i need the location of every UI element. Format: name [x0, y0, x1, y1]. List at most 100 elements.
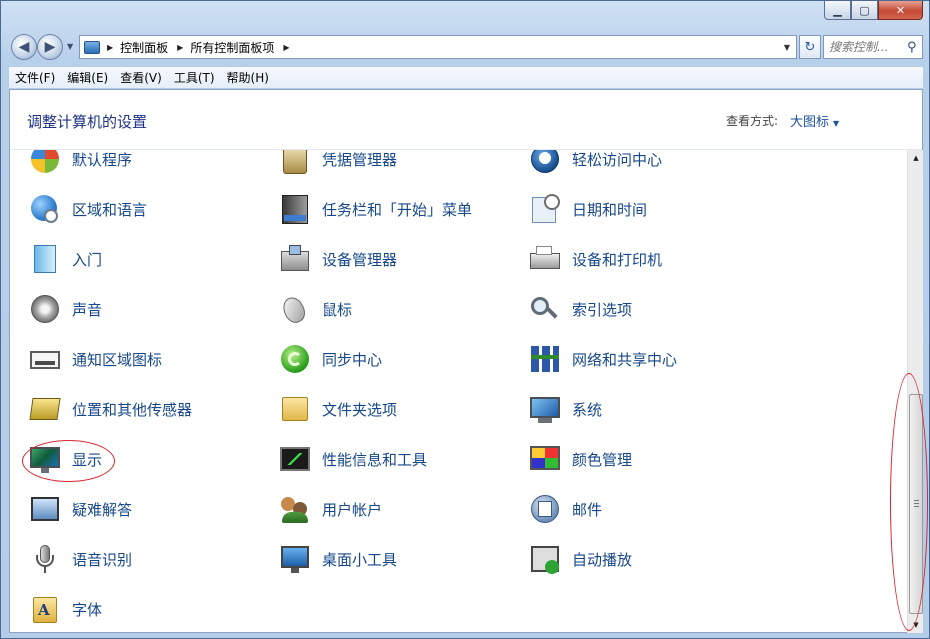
folder-options-icon — [278, 393, 312, 425]
item-performance[interactable]: 性能信息和工具 — [278, 441, 427, 477]
item-label: 邮件 — [572, 500, 603, 519]
item-label: 日期和时间 — [572, 200, 648, 219]
item-location-sensors[interactable]: 位置和其他传感器 — [28, 391, 192, 427]
item-label: 鼠标 — [322, 300, 353, 319]
view-by-value[interactable]: 大图标 — [790, 115, 829, 130]
item-network-sharing[interactable]: 网络和共享中心 — [528, 341, 677, 377]
scroll-thumb[interactable] — [909, 394, 923, 614]
caption-buttons: ▁ ▢ ✕ — [824, 1, 923, 20]
item-system[interactable]: 系统 — [528, 391, 602, 427]
breadcrumb-separator[interactable]: ▶ — [107, 43, 113, 52]
item-user-accounts[interactable]: 用户帐户 — [278, 491, 382, 527]
breadcrumb-separator[interactable]: ▶ — [177, 43, 183, 52]
location-sensors-icon — [28, 393, 62, 425]
item-mail[interactable]: 邮件 — [528, 491, 602, 527]
device-manager-icon — [278, 243, 312, 275]
maximize-button[interactable]: ▢ — [851, 1, 878, 20]
scroll-up-button[interactable]: ▲ — [908, 150, 924, 166]
color-management-icon — [528, 443, 562, 475]
menu-edit[interactable]: 编辑(E) — [61, 69, 114, 86]
devices-printers-icon — [528, 243, 562, 275]
item-label: 显示 — [72, 450, 103, 469]
item-folder-options[interactable]: 文件夹选项 — [278, 391, 397, 427]
sound-icon — [28, 293, 62, 325]
minimize-button[interactable]: ▁ — [824, 1, 851, 20]
item-fonts[interactable]: A 字体 — [28, 591, 102, 627]
item-label: 索引选项 — [572, 300, 633, 319]
navigation-bar: ◀ ▶ ▼ ▶ 控制面板 ▶ 所有控制面板项 ▶ ▼ ↻ ⚲ — [9, 32, 923, 60]
item-devices-printers[interactable]: 设备和打印机 — [528, 241, 662, 277]
view-by-label: 查看方式: — [726, 114, 779, 128]
item-indexing-options[interactable]: 索引选项 — [528, 291, 632, 327]
item-date-time[interactable]: 日期和时间 — [528, 191, 647, 227]
fonts-icon: A — [28, 593, 62, 625]
item-label: 网络和共享中心 — [572, 350, 678, 369]
search-box[interactable]: ⚲ — [823, 35, 923, 59]
item-getting-started[interactable]: 入门 — [28, 241, 102, 277]
desktop-gadgets-icon — [278, 543, 312, 575]
item-notification-area[interactable]: 通知区域图标 — [28, 341, 162, 377]
search-icon[interactable]: ⚲ — [907, 40, 917, 55]
default-programs-icon — [28, 150, 62, 175]
indexing-options-icon — [528, 293, 562, 325]
item-label: 同步中心 — [322, 350, 383, 369]
menu-view[interactable]: 查看(V) — [114, 69, 168, 86]
performance-icon — [278, 443, 312, 475]
content-pane: 调整计算机的设置 查看方式: 大图标 ▼ 默认程序 凭据管理器 轻松访问中心 区… — [9, 89, 923, 633]
item-label: 桌面小工具 — [322, 550, 398, 569]
breadcrumb-control-panel[interactable]: 控制面板 — [120, 39, 168, 56]
item-label: 轻松访问中心 — [572, 150, 663, 169]
chevron-down-icon[interactable]: ▼ — [833, 119, 839, 128]
item-label: 凭据管理器 — [322, 150, 398, 169]
credential-manager-icon — [278, 150, 312, 175]
item-sync-center[interactable]: 同步中心 — [278, 341, 382, 377]
breadcrumb-all-items[interactable]: 所有控制面板项 — [190, 39, 274, 56]
menu-help[interactable]: 帮助(H) — [221, 69, 275, 86]
item-credential-manager[interactable]: 凭据管理器 — [278, 150, 397, 177]
breadcrumb-separator[interactable]: ▶ — [283, 43, 289, 52]
item-troubleshooting[interactable]: 疑难解答 — [28, 491, 132, 527]
forward-button[interactable]: ▶ — [37, 34, 63, 60]
sync-center-icon — [278, 343, 312, 375]
item-taskbar[interactable]: 任务栏和「开始」菜单 — [278, 191, 472, 227]
scroll-down-button[interactable]: ▼ — [908, 617, 924, 633]
page-title: 调整计算机的设置 — [27, 113, 148, 131]
item-sound[interactable]: 声音 — [28, 291, 102, 327]
item-device-manager[interactable]: 设备管理器 — [278, 241, 397, 277]
back-button[interactable]: ◀ — [11, 34, 37, 60]
item-label: 系统 — [572, 400, 603, 419]
item-label: 任务栏和「开始」菜单 — [322, 200, 473, 219]
refresh-button[interactable]: ↻ — [799, 35, 821, 59]
speech-recognition-icon — [28, 543, 62, 575]
item-label: 通知区域图标 — [72, 350, 163, 369]
item-mouse[interactable]: 鼠标 — [278, 291, 352, 327]
vertical-scrollbar[interactable]: ▲ ▼ — [907, 150, 923, 633]
notification-area-icon — [28, 343, 62, 375]
item-color-management[interactable]: 颜色管理 — [528, 441, 632, 477]
item-autoplay[interactable]: 自动播放 — [528, 541, 632, 577]
close-button[interactable]: ✕ — [878, 1, 923, 20]
search-input[interactable] — [829, 40, 905, 54]
recent-pages-dropdown[interactable]: ▼ — [67, 42, 73, 51]
item-display[interactable]: 显示 — [28, 441, 102, 477]
control-panel-icon — [84, 40, 100, 54]
item-default-programs[interactable]: 默认程序 — [28, 150, 132, 177]
view-by-dropdown[interactable]: 大图标 ▼ — [790, 111, 839, 130]
item-label: 区域和语言 — [72, 200, 148, 219]
window-frame: ▁ ▢ ✕ ◀ ▶ ▼ ▶ 控制面板 ▶ 所有控制面板项 ▶ ▼ ↻ ⚲ 文件(… — [0, 0, 930, 639]
menu-tools[interactable]: 工具(T) — [168, 69, 221, 86]
item-ease-of-access[interactable]: 轻松访问中心 — [528, 150, 662, 177]
address-bar[interactable]: ▶ 控制面板 ▶ 所有控制面板项 ▶ ▼ — [79, 35, 797, 59]
region-language-icon — [28, 193, 62, 225]
item-label: 位置和其他传感器 — [72, 400, 193, 419]
menu-file[interactable]: 文件(F) — [9, 69, 61, 86]
address-dropdown[interactable]: ▼ — [784, 43, 790, 52]
item-label: 默认程序 — [72, 150, 133, 169]
item-desktop-gadgets[interactable]: 桌面小工具 — [278, 541, 397, 577]
date-time-icon — [528, 193, 562, 225]
item-speech-recognition[interactable]: 语音识别 — [28, 541, 132, 577]
item-region-language[interactable]: 区域和语言 — [28, 191, 147, 227]
item-label: 文件夹选项 — [322, 400, 398, 419]
item-label: 用户帐户 — [322, 500, 383, 519]
mouse-icon — [278, 293, 312, 327]
